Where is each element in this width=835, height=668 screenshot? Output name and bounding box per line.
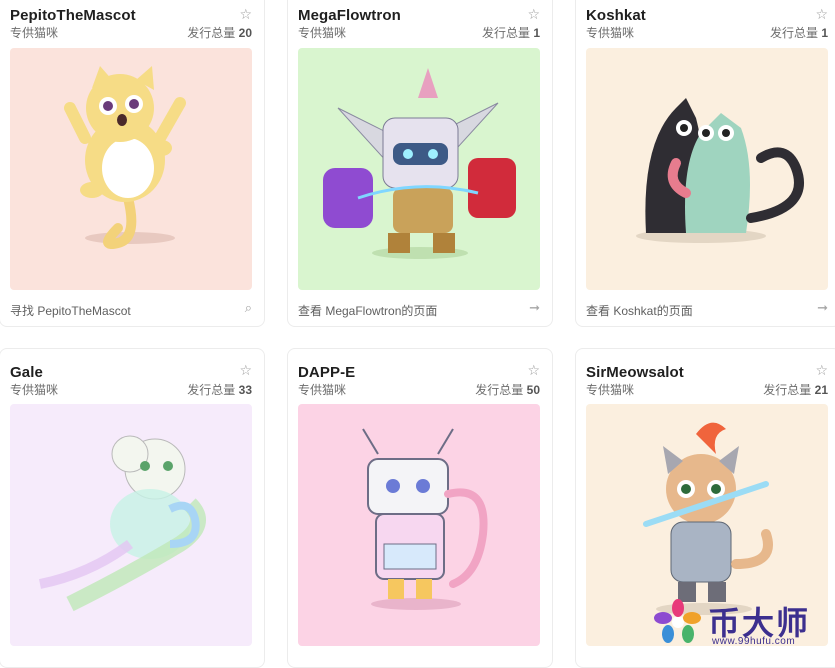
kitty-category: 专供猫咪 <box>586 383 635 397</box>
watermark-logo: 币大师 www.99hufu.com <box>650 596 835 650</box>
card-footer-link[interactable]: 查看 MegaFlowtron的页面 <box>298 302 437 319</box>
arrow-right-icon[interactable]: ➞ <box>529 300 540 316</box>
kitty-name: Koshkat <box>586 7 646 24</box>
edition-label: 发行总量 <box>481 26 530 40</box>
kitty-name: MegaFlowtron <box>298 7 401 24</box>
edition-count: 发行总量 50 <box>475 381 540 398</box>
robot-cat-illustration-icon <box>298 48 540 290</box>
favorite-star-icon[interactable]: ☆ <box>815 363 828 377</box>
kitty-image[interactable] <box>10 48 252 290</box>
kitty-name: Gale <box>10 364 43 381</box>
edition-number: 33 <box>238 383 252 397</box>
favorite-star-icon[interactable]: ☆ <box>239 363 252 377</box>
edition-number: 1 <box>821 26 828 40</box>
edition-label: 发行总量 <box>763 383 812 397</box>
kitty-name: DAPP-E <box>298 364 356 381</box>
flower-logo-icon <box>654 599 701 643</box>
edition-label: 发行总量 <box>769 26 818 40</box>
edition-number: 20 <box>238 26 252 40</box>
edition-label: 发行总量 <box>187 383 236 397</box>
cloud-cat-illustration-icon <box>10 404 252 646</box>
favorite-star-icon[interactable]: ☆ <box>815 7 828 21</box>
favorite-star-icon[interactable]: ☆ <box>527 363 540 377</box>
favorite-star-icon[interactable]: ☆ <box>239 7 252 21</box>
edition-count: 发行总量 21 <box>763 381 828 398</box>
edition-count: 发行总量 1 <box>770 24 828 41</box>
edition-number: 1 <box>533 26 540 40</box>
kitty-category: 专供猫咪 <box>298 26 347 40</box>
kitty-grid: PepitoTheMascot 专供猫咪 ☆ 发行总量 20 寻找 Pepito… <box>0 0 835 668</box>
edition-label: 发行总量 <box>187 26 236 40</box>
kitty-card-gale[interactable]: Gale 专供猫咪 ☆ 发行总量 33 <box>0 348 265 668</box>
kitty-image[interactable] <box>586 48 828 290</box>
two-cats-illustration-icon <box>586 48 828 290</box>
kitty-card-megaflowtron[interactable]: MegaFlowtron 专供猫咪 ☆ 发行总量 1 查看 MegaFlowtr… <box>287 0 553 327</box>
kitty-name: SirMeowsalot <box>586 364 684 381</box>
kitty-image[interactable] <box>298 48 540 290</box>
card-footer-link[interactable]: 查看 Koshkat的页面 <box>586 302 693 319</box>
kitty-category: 专供猫咪 <box>586 26 635 40</box>
watermark-url: www.99hufu.com <box>712 636 796 647</box>
edition-label: 发行总量 <box>475 383 524 397</box>
kitty-name: PepitoTheMascot <box>10 7 136 24</box>
edition-count: 发行总量 20 <box>187 24 252 41</box>
favorite-star-icon[interactable]: ☆ <box>527 7 540 21</box>
kitty-card-koshkat[interactable]: Koshkat 专供猫咪 ☆ 发行总量 1 查看 Koshkat的页面 ➞ <box>575 0 835 327</box>
kitty-category: 专供猫咪 <box>10 26 59 40</box>
kitty-card-pepito[interactable]: PepitoTheMascot 专供猫咪 ☆ 发行总量 20 寻找 Pepito… <box>0 0 265 327</box>
arrow-right-icon[interactable]: ➞ <box>817 300 828 316</box>
robot-box-cat-illustration-icon <box>298 404 540 646</box>
edition-number: 21 <box>814 383 828 397</box>
cat-illustration-icon <box>10 48 252 290</box>
kitty-image[interactable] <box>10 404 252 646</box>
card-footer-link[interactable]: 寻找 PepitoTheMascot <box>10 302 131 319</box>
edition-count: 发行总量 1 <box>482 24 540 41</box>
edition-number: 50 <box>526 383 540 397</box>
edition-count: 发行总量 33 <box>187 381 252 398</box>
kitty-category: 专供猫咪 <box>298 383 347 397</box>
kitty-category: 专供猫咪 <box>10 383 59 397</box>
kitty-card-dapp-e[interactable]: DAPP-E 专供猫咪 ☆ 发行总量 50 <box>287 348 553 668</box>
search-icon[interactable]: ⌕ <box>245 300 252 316</box>
kitty-image[interactable] <box>298 404 540 646</box>
